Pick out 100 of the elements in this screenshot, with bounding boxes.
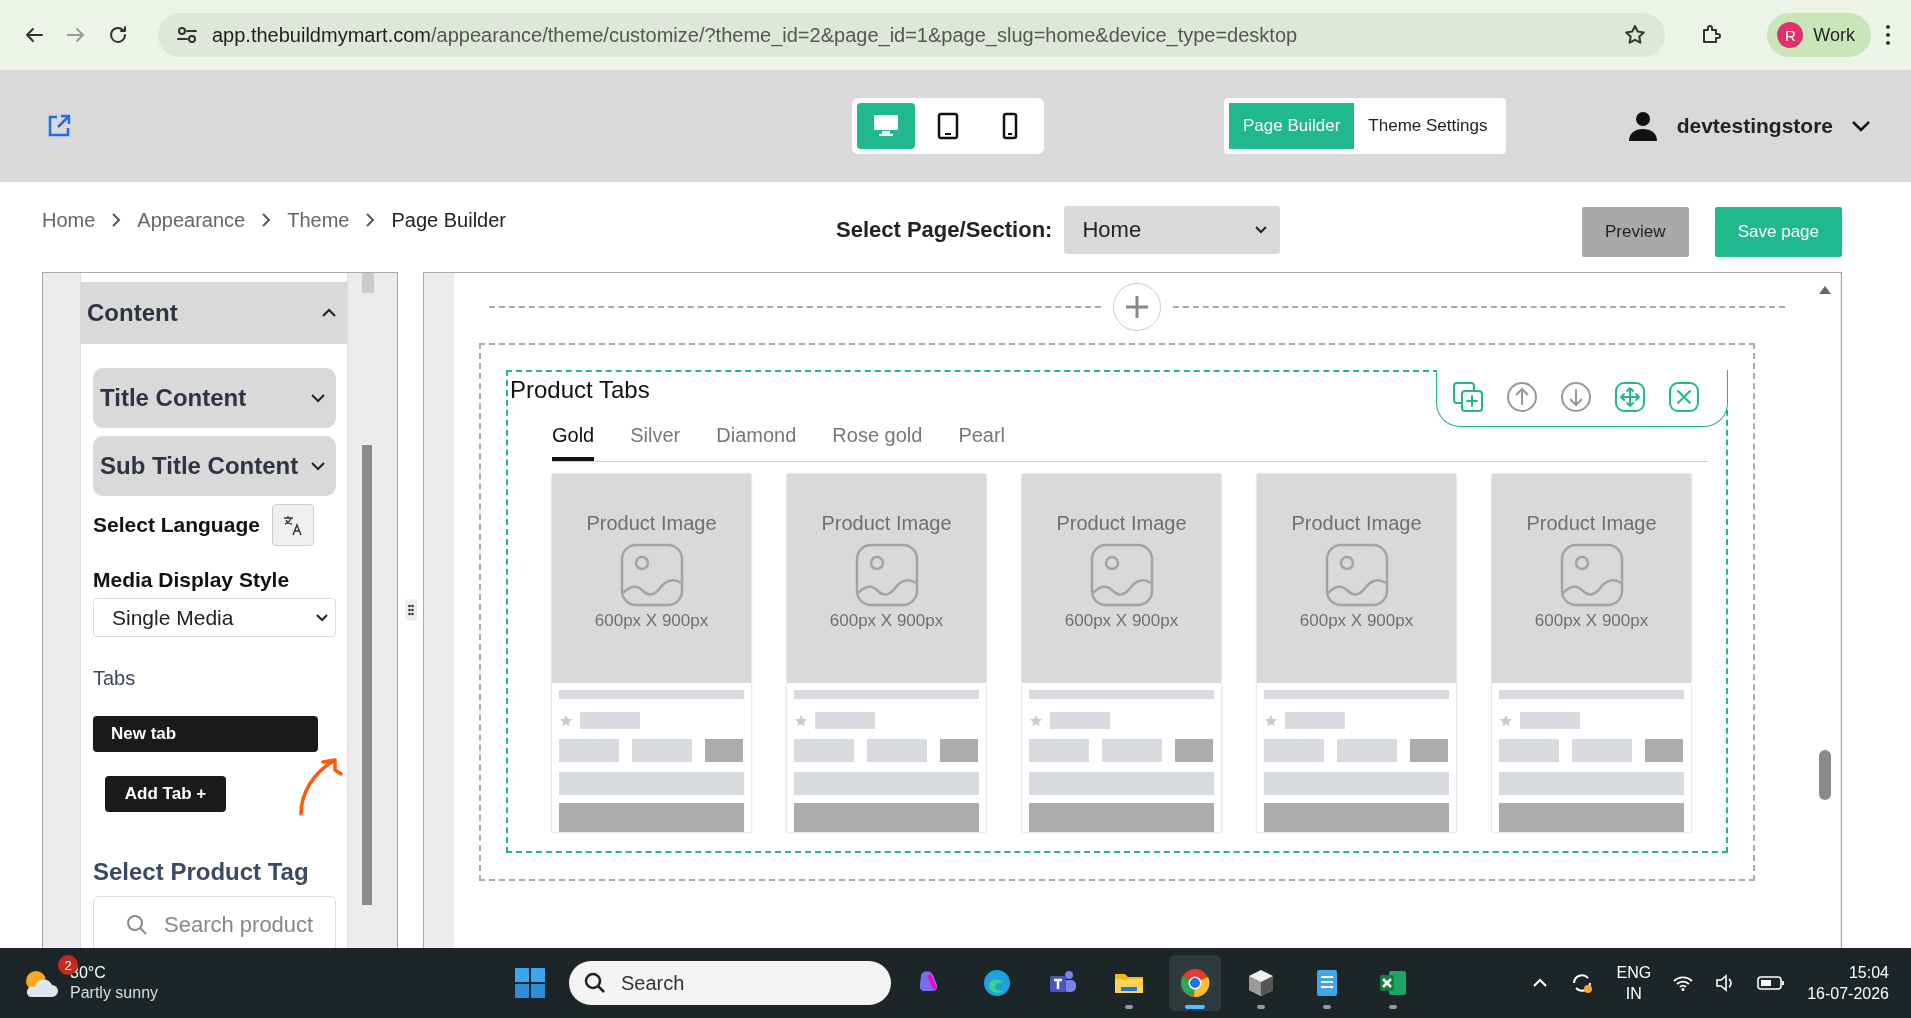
mode-tab[interactable]: Theme Settings <box>1354 103 1502 149</box>
section-title: Product Tabs <box>510 376 650 404</box>
windows-icon <box>514 967 546 999</box>
profile-label: Work <box>1813 24 1855 46</box>
skeleton-block <box>632 739 692 762</box>
chevron-up-icon[interactable] <box>1532 978 1549 988</box>
wifi-icon[interactable] <box>1673 975 1694 991</box>
image-placeholder-label: Product Image <box>1291 512 1422 535</box>
chevron-up-icon <box>321 308 337 318</box>
image-placeholder-label: Product Image <box>586 512 717 535</box>
translate-icon <box>281 514 304 536</box>
skeleton-block <box>1264 739 1324 762</box>
url-text: app.thebuildmymart.com/appearance/theme/customize/?theme_id=2&page_id=1&page_slug=home&device_type=desktop <box>212 23 1298 47</box>
chevron-down-icon[interactable] <box>1851 120 1871 132</box>
page-select[interactable]: Home <box>1064 206 1281 254</box>
add-section-button[interactable] <box>1113 283 1161 331</box>
skeleton-block <box>1645 739 1683 762</box>
star-icon <box>794 713 808 728</box>
sync-icon[interactable] <box>1570 971 1595 995</box>
site-settings-icon[interactable] <box>176 25 198 45</box>
chevron-right-icon <box>111 212 122 228</box>
chrome-icon <box>1179 967 1211 999</box>
plus-icon <box>1124 294 1150 320</box>
skeleton-block <box>1102 739 1162 762</box>
chevron-right-icon <box>365 212 376 228</box>
address-bar[interactable]: app.thebuildmymart.com/appearance/theme/customize/?theme_id=2&page_id=1&page_slug=home&device_type=desktop <box>158 13 1666 57</box>
skeleton-block <box>1285 712 1345 729</box>
tab-name-field[interactable]: New tab <box>93 716 318 752</box>
scroll-up-icon[interactable] <box>1818 285 1832 295</box>
scrollbar-thumb[interactable] <box>362 445 372 905</box>
star-icon <box>559 713 573 728</box>
chevron-down-icon <box>1254 225 1269 235</box>
image-icon <box>619 543 684 607</box>
skeleton-block <box>1410 739 1448 762</box>
product-tab[interactable]: Diamond <box>716 424 797 461</box>
reload-icon[interactable] <box>107 24 129 46</box>
accordion-header[interactable]: Sub Title Content <box>93 436 336 496</box>
product-tab[interactable]: Silver <box>630 424 681 461</box>
search-icon <box>583 971 607 995</box>
battery-icon[interactable] <box>1757 975 1786 991</box>
image-icon <box>854 543 919 607</box>
input-language-indicator[interactable]: ENG IN <box>1616 962 1652 1004</box>
star-icon <box>1499 713 1513 728</box>
language-label: Select Language <box>93 513 260 537</box>
running-indicator <box>1257 1005 1265 1009</box>
more-icon[interactable] <box>1885 24 1891 46</box>
search-icon <box>126 914 148 936</box>
chevron-right-icon <box>261 212 272 228</box>
skeleton-block <box>559 739 619 762</box>
skeleton-block <box>1499 739 1559 762</box>
skeleton-block <box>1572 739 1632 762</box>
running-indicator <box>1323 1005 1331 1009</box>
media-style-select[interactable]: Single Media <box>93 598 336 637</box>
product-tab[interactable]: Rose gold <box>832 424 923 461</box>
arrow-down-icon[interactable] <box>1560 381 1592 413</box>
star-icon <box>1264 713 1278 728</box>
taskbar-search[interactable]: Search <box>569 961 891 1005</box>
image-size-label: 600px X 900px <box>594 611 709 631</box>
image-size-label: 600px X 900px <box>1064 611 1179 631</box>
chevron-down-icon <box>310 393 326 403</box>
product-tab[interactable]: Gold <box>552 424 595 461</box>
store-name[interactable]: devtestingstore <box>1676 114 1833 138</box>
chevron-down-icon <box>310 461 326 471</box>
running-indicator <box>1185 1005 1205 1009</box>
skeleton-block <box>1337 739 1397 762</box>
image-icon <box>1559 543 1624 607</box>
product-tag-label: Select Product Tag <box>93 858 310 886</box>
scrollbar-thumb[interactable] <box>1819 750 1831 800</box>
profile-button[interactable]: R Work <box>1767 13 1871 57</box>
page-select-label: Select Page/Section: <box>836 217 1053 243</box>
content-section-header[interactable]: Content <box>81 282 347 344</box>
weather-condition: Partly sunny <box>70 983 159 1003</box>
add-tab-button[interactable]: Add Tab + <box>105 776 226 812</box>
image-placeholder-label: Product Image <box>1056 512 1187 535</box>
product-tab[interactable]: Pearl <box>958 424 1006 461</box>
profile-avatar: R <box>1777 22 1804 48</box>
media-style-label: Media Display Style <box>93 568 291 592</box>
resize-handle[interactable] <box>404 599 417 621</box>
preview-button[interactable]: Preview <box>1581 207 1689 257</box>
breadcrumb-item[interactable]: Theme <box>287 208 350 232</box>
translate-button[interactable] <box>271 504 314 546</box>
chrome-app-button[interactable] <box>1169 955 1221 1011</box>
skeleton-block <box>1520 712 1580 729</box>
skeleton-block <box>1050 712 1110 729</box>
clock[interactable]: 15:04 16-07-2026 <box>1807 962 1889 1004</box>
skeleton-block <box>815 712 875 729</box>
skeleton-block <box>580 712 640 729</box>
image-icon <box>1324 543 1389 607</box>
image-icon <box>1089 543 1154 607</box>
breadcrumb-item[interactable]: Home <box>42 208 96 232</box>
tabs-label: Tabs <box>93 667 137 690</box>
breadcrumb-item[interactable]: Appearance <box>137 208 246 232</box>
image-size-label: 600px X 900px <box>1299 611 1414 631</box>
skeleton-block <box>1029 739 1089 762</box>
external-link-icon[interactable] <box>46 113 72 139</box>
skeleton-block <box>1175 739 1213 762</box>
accordion-header[interactable]: Title Content <box>93 368 336 428</box>
skeleton-block <box>940 739 978 762</box>
arrow-up-icon[interactable] <box>1506 381 1538 413</box>
star-icon[interactable] <box>1623 23 1648 47</box>
